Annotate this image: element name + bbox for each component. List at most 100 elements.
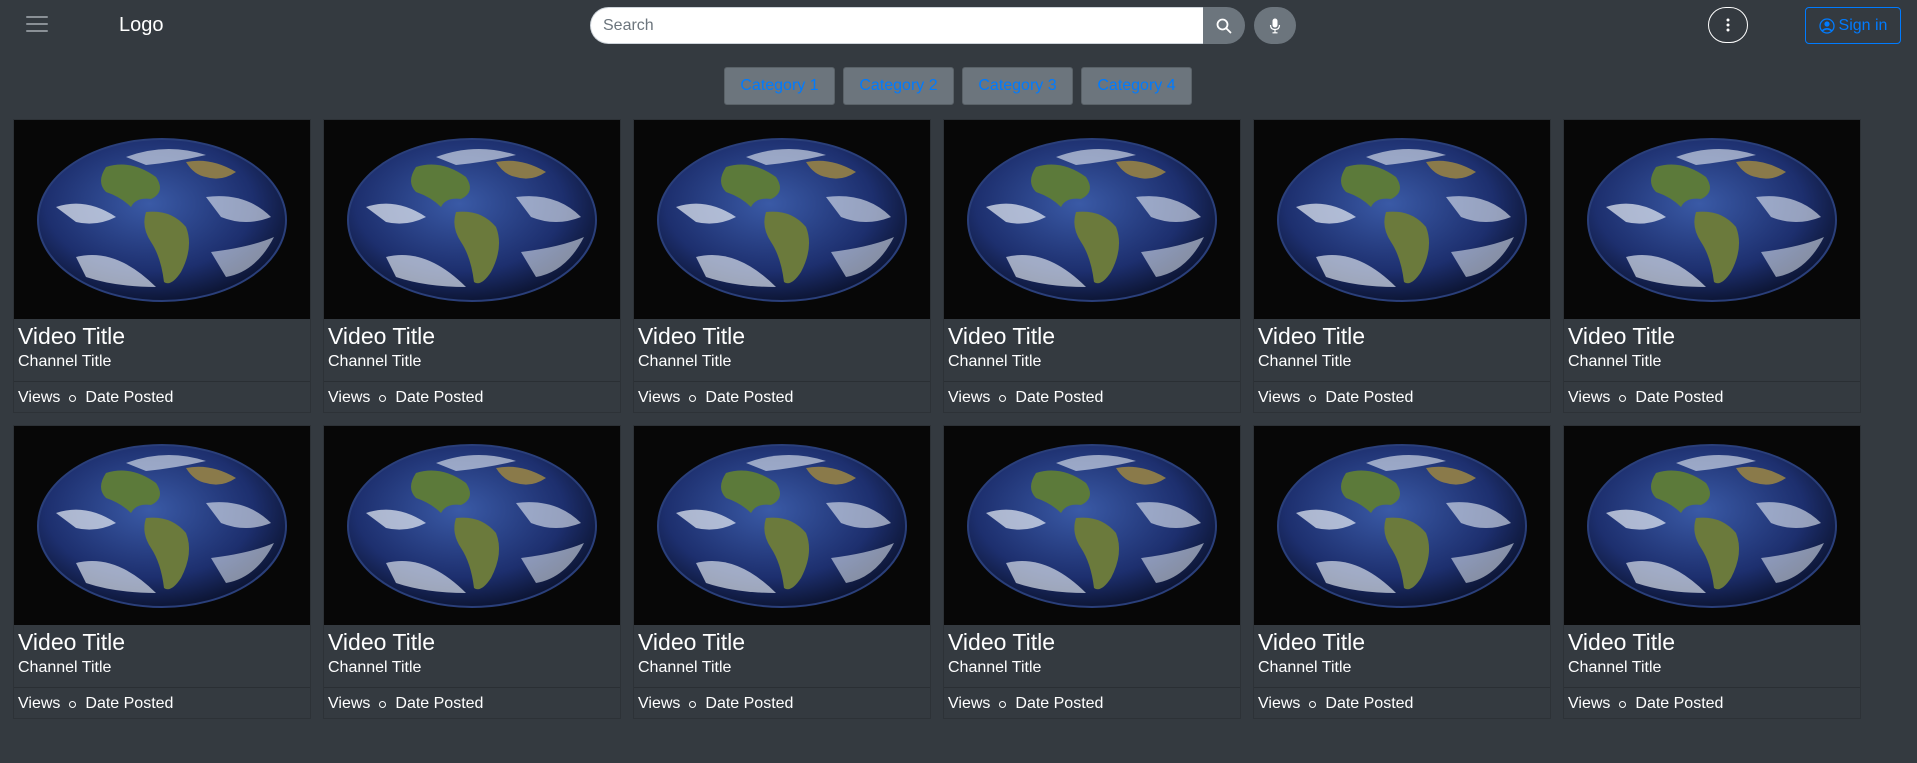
- voice-search-button[interactable]: [1254, 7, 1296, 44]
- video-card-body: Video Title Channel Title: [324, 625, 620, 688]
- video-views: Views: [638, 389, 681, 406]
- separator-dot-icon: [1619, 394, 1627, 402]
- channel-title[interactable]: Channel Title: [328, 351, 616, 373]
- category-button[interactable]: Category 1: [724, 67, 835, 105]
- video-card-body: Video Title Channel Title: [324, 319, 620, 382]
- video-card-body: Video Title Channel Title: [944, 625, 1240, 688]
- video-card[interactable]: Video Title Channel Title Views Date Pos…: [1563, 119, 1861, 413]
- video-thumbnail[interactable]: [14, 426, 310, 625]
- video-card[interactable]: Video Title Channel Title Views Date Pos…: [943, 119, 1241, 413]
- earth-thumbnail-image: [1277, 137, 1527, 302]
- video-title[interactable]: Video Title: [328, 629, 616, 656]
- video-meta: Views Date Posted: [14, 688, 310, 720]
- video-meta: Views Date Posted: [634, 382, 930, 414]
- video-thumbnail[interactable]: [324, 426, 620, 625]
- video-title[interactable]: Video Title: [638, 629, 926, 656]
- video-thumbnail[interactable]: [1564, 426, 1860, 625]
- video-date: Date Posted: [705, 389, 794, 406]
- earth-thumbnail-image: [967, 443, 1217, 608]
- earth-thumbnail-image: [1587, 443, 1837, 608]
- video-card-body: Video Title Channel Title: [634, 625, 930, 688]
- logo[interactable]: Logo: [119, 14, 164, 37]
- video-card[interactable]: Video Title Channel Title Views Date Pos…: [13, 425, 311, 719]
- video-date: Date Posted: [1635, 389, 1724, 406]
- video-date: Date Posted: [1015, 695, 1104, 712]
- video-title[interactable]: Video Title: [1258, 629, 1546, 656]
- video-meta: Views Date Posted: [944, 688, 1240, 720]
- search-input[interactable]: [590, 7, 1203, 44]
- video-card[interactable]: Video Title Channel Title Views Date Pos…: [13, 119, 311, 413]
- video-thumbnail[interactable]: [324, 120, 620, 319]
- search-bar: [590, 7, 1296, 44]
- channel-title[interactable]: Channel Title: [948, 657, 1236, 679]
- video-views: Views: [1258, 695, 1301, 712]
- video-meta: Views Date Posted: [634, 688, 930, 720]
- search-button[interactable]: [1203, 7, 1245, 44]
- separator-dot-icon: [69, 394, 77, 402]
- video-date: Date Posted: [1325, 389, 1414, 406]
- video-title[interactable]: Video Title: [638, 323, 926, 350]
- more-options-button[interactable]: [1708, 7, 1748, 43]
- channel-title[interactable]: Channel Title: [328, 657, 616, 679]
- channel-title[interactable]: Channel Title: [1258, 351, 1546, 373]
- video-meta: Views Date Posted: [14, 382, 310, 414]
- earth-thumbnail-image: [347, 443, 597, 608]
- video-title[interactable]: Video Title: [328, 323, 616, 350]
- channel-title[interactable]: Channel Title: [18, 657, 306, 679]
- video-title[interactable]: Video Title: [1258, 323, 1546, 350]
- channel-title[interactable]: Channel Title: [18, 351, 306, 373]
- video-card[interactable]: Video Title Channel Title Views Date Pos…: [1563, 425, 1861, 719]
- video-card[interactable]: Video Title Channel Title Views Date Pos…: [323, 425, 621, 719]
- sign-in-label: Sign in: [1838, 16, 1888, 34]
- video-date: Date Posted: [85, 695, 174, 712]
- video-views: Views: [1258, 389, 1301, 406]
- channel-title[interactable]: Channel Title: [638, 351, 926, 373]
- video-title[interactable]: Video Title: [1568, 323, 1856, 350]
- video-title[interactable]: Video Title: [948, 323, 1236, 350]
- video-views: Views: [948, 389, 991, 406]
- channel-title[interactable]: Channel Title: [1568, 657, 1856, 679]
- earth-thumbnail-image: [657, 137, 907, 302]
- hamburger-menu-icon[interactable]: [26, 16, 48, 34]
- user-circle-icon: [1818, 17, 1835, 34]
- category-button[interactable]: Category 3: [962, 67, 1073, 105]
- channel-title[interactable]: Channel Title: [948, 351, 1236, 373]
- video-views: Views: [638, 695, 681, 712]
- sign-in-button[interactable]: Sign in: [1805, 7, 1901, 44]
- video-thumbnail[interactable]: [1254, 426, 1550, 625]
- video-card[interactable]: Video Title Channel Title Views Date Pos…: [1253, 425, 1551, 719]
- video-thumbnail[interactable]: [1254, 120, 1550, 319]
- video-card-body: Video Title Channel Title: [1564, 625, 1860, 688]
- video-title[interactable]: Video Title: [1568, 629, 1856, 656]
- video-thumbnail[interactable]: [634, 120, 930, 319]
- category-button[interactable]: Category 2: [843, 67, 954, 105]
- video-card[interactable]: Video Title Channel Title Views Date Pos…: [633, 425, 931, 719]
- video-title[interactable]: Video Title: [948, 629, 1236, 656]
- channel-title[interactable]: Channel Title: [1258, 657, 1546, 679]
- separator-dot-icon: [379, 700, 387, 708]
- video-thumbnail[interactable]: [1564, 120, 1860, 319]
- video-card-body: Video Title Channel Title: [14, 625, 310, 688]
- category-button[interactable]: Category 4: [1081, 67, 1192, 105]
- video-card[interactable]: Video Title Channel Title Views Date Pos…: [1253, 119, 1551, 413]
- earth-thumbnail-image: [657, 443, 907, 608]
- video-card[interactable]: Video Title Channel Title Views Date Pos…: [633, 119, 931, 413]
- video-title[interactable]: Video Title: [18, 323, 306, 350]
- channel-title[interactable]: Channel Title: [638, 657, 926, 679]
- video-thumbnail[interactable]: [634, 426, 930, 625]
- video-thumbnail[interactable]: [944, 120, 1240, 319]
- video-meta: Views Date Posted: [324, 382, 620, 414]
- video-card[interactable]: Video Title Channel Title Views Date Pos…: [323, 119, 621, 413]
- earth-thumbnail-image: [347, 137, 597, 302]
- video-date: Date Posted: [1015, 389, 1104, 406]
- video-views: Views: [328, 695, 371, 712]
- earth-thumbnail-image: [967, 137, 1217, 302]
- video-meta: Views Date Posted: [324, 688, 620, 720]
- video-title[interactable]: Video Title: [18, 629, 306, 656]
- video-card[interactable]: Video Title Channel Title Views Date Pos…: [943, 425, 1241, 719]
- video-card-body: Video Title Channel Title: [944, 319, 1240, 382]
- video-thumbnail[interactable]: [944, 426, 1240, 625]
- video-date: Date Posted: [705, 695, 794, 712]
- video-thumbnail[interactable]: [14, 120, 310, 319]
- channel-title[interactable]: Channel Title: [1568, 351, 1856, 373]
